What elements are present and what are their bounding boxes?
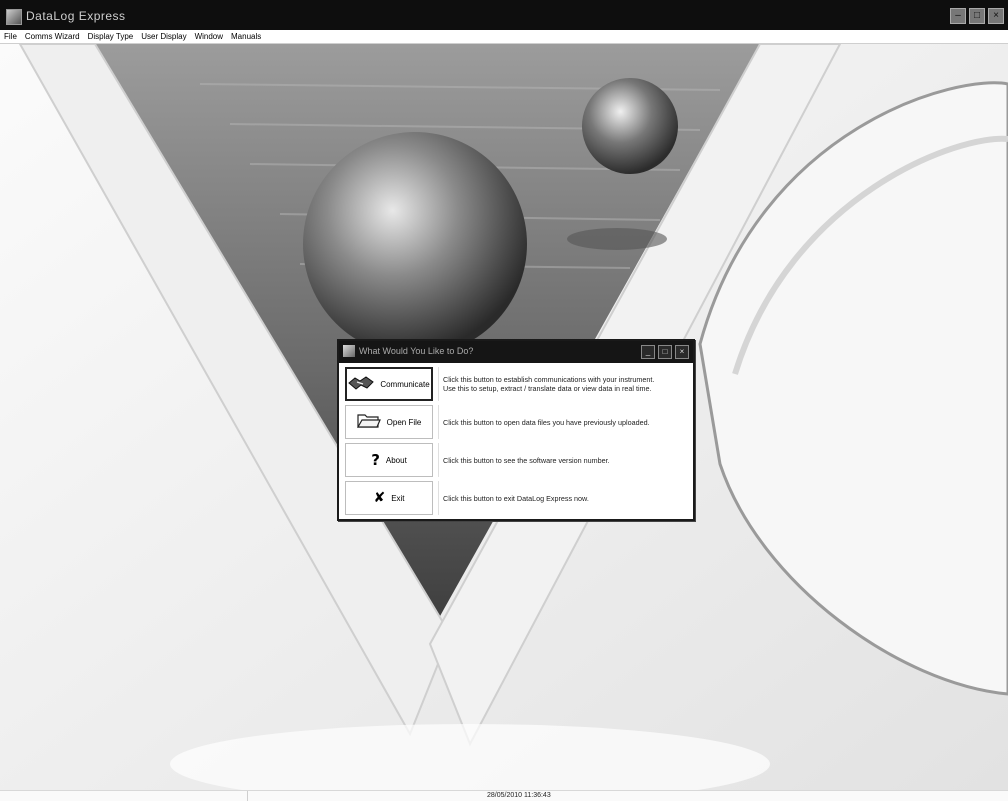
app-logo-icon [6,9,22,25]
maximize-icon[interactable]: □ [969,8,985,24]
communicate-button-label: Communicate [380,379,430,389]
open-file-button[interactable]: Open File [345,405,433,439]
dialog-maximize-icon[interactable]: □ [658,345,672,359]
communicate-description-line2: Use this to setup, extract / translate d… [443,384,652,393]
option-row-about: ? About Click this button to see the sof… [343,443,689,479]
question-icon: ? [371,451,380,469]
option-row-communicate: Communicate Click this button to establi… [343,367,689,403]
menu-bar: File Comms Wizard Display Type User Disp… [0,30,1008,44]
menu-manuals[interactable]: Manuals [227,30,265,43]
option-row-open-file: Open File Click this button to open data… [343,405,689,441]
communicate-description-line1: Click this button to establish communica… [443,375,655,384]
menu-file[interactable]: File [0,30,21,43]
exit-description-line1: Click this button to exit DataLog Expres… [443,493,589,503]
app-title-bar: DataLog Express – □ × [0,0,1008,30]
minimize-icon[interactable]: – [950,8,966,24]
window-controls: – □ × [950,8,1004,24]
communicate-button[interactable]: Communicate [345,367,433,401]
communicate-description: Click this button to establish communica… [438,367,690,401]
about-button-label: About [385,455,407,465]
dialog-close-icon[interactable]: × [675,345,689,359]
option-row-exit: ✘ Exit Click this button to exit DataLog… [343,481,689,517]
x-mark-icon: ✘ [373,490,386,506]
open-file-button-label: Open File [386,417,422,427]
menu-user-display[interactable]: User Display [137,30,190,43]
start-dialog: What Would You Like to Do? _ □ × Communi… [337,339,695,521]
exit-button[interactable]: ✘ Exit [345,481,433,515]
menu-comms-wizard[interactable]: Comms Wizard [21,30,84,43]
folder-icon [356,411,381,434]
handshake-icon [348,373,375,396]
dialog-title-bar: What Would You Like to Do? _ □ × [339,341,693,363]
dialog-title: What Would You Like to Do? [359,346,474,356]
open-file-description: Click this button to open data files you… [438,405,690,439]
menu-window[interactable]: Window [191,30,227,43]
about-button[interactable]: ? About [345,443,433,477]
close-icon[interactable]: × [988,8,1004,24]
exit-description: Click this button to exit DataLog Expres… [438,481,690,515]
dialog-minimize-icon[interactable]: _ [641,345,655,359]
menu-display-type[interactable]: Display Type [84,30,138,43]
dialog-window-controls: _ □ × [641,345,689,359]
open-file-description-line1: Click this button to open data files you… [443,417,650,427]
dialog-app-icon [343,345,355,357]
status-bar: 28/05/2010 11:36:43 [0,790,1008,801]
about-description: Click this button to see the software ve… [438,443,690,477]
exit-button-label: Exit [391,493,405,503]
about-description-line1: Click this button to see the software ve… [443,455,610,465]
app-title: DataLog Express [26,9,126,23]
